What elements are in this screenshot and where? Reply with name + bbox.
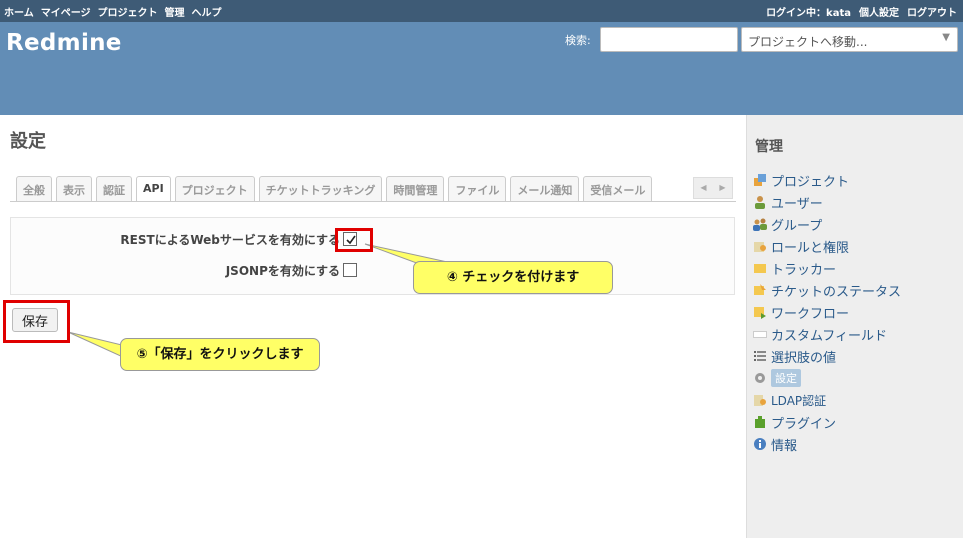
list-icon — [754, 351, 766, 361]
callout-step4: ④ チェックを付けます — [413, 261, 613, 294]
admin-menu: プロジェクト ユーザー グループ ロールと権限 トラッカー チケットのステータス… — [753, 169, 901, 455]
sidebar-item-info[interactable]: 情報 — [753, 433, 901, 455]
group-icon — [753, 218, 767, 231]
sidebar-item-label: プロジェクト — [771, 174, 850, 190]
ldap-icon — [754, 395, 766, 406]
sidebar-item-label: カスタムフィールド — [771, 328, 887, 344]
sidebar-item-label: 情報 — [771, 438, 798, 454]
sidebar-item-roles[interactable]: ロールと権限 — [753, 235, 901, 257]
sidebar-item-label: グループ — [771, 218, 823, 234]
projects-icon — [754, 174, 766, 186]
sidebar-item-label: プラグイン — [771, 416, 837, 432]
info-icon — [754, 438, 766, 450]
sidebar-item-plugins[interactable]: プラグイン — [753, 411, 901, 433]
role-icon — [754, 242, 766, 252]
issue-status-icon — [754, 284, 766, 295]
sidebar-item-issue-statuses[interactable]: チケットのステータス — [753, 279, 901, 301]
sidebar-item-custom-fields[interactable]: カスタムフィールド — [753, 323, 901, 345]
highlight-save-button — [3, 300, 70, 343]
sidebar-item-label: トラッカー — [771, 262, 837, 278]
sidebar-item-label: ユーザー — [771, 196, 823, 212]
settings-gear-icon — [755, 373, 765, 383]
plugin-icon — [755, 416, 765, 428]
sidebar-item-projects[interactable]: プロジェクト — [753, 169, 901, 191]
user-icon — [755, 196, 765, 209]
sidebar-item-groups[interactable]: グループ — [753, 213, 901, 235]
callout-step5: ⑤「保存」をクリックします — [120, 338, 320, 371]
sidebar-item-label: 選択肢の値 — [771, 350, 837, 366]
sidebar-item-label: ロールと権限 — [771, 240, 850, 256]
sidebar-item-label: チケットのステータス — [771, 284, 902, 300]
sidebar-title: 管理 — [755, 139, 783, 155]
sidebar-item-ldap[interactable]: LDAP認証 — [753, 389, 901, 411]
workflow-icon — [754, 307, 766, 319]
sidebar-item-label: LDAP認証 — [771, 393, 827, 408]
sidebar-item-label: ワークフロー — [771, 306, 850, 322]
sidebar-item-enumerations[interactable]: 選択肢の値 — [753, 345, 901, 367]
sidebar-item-label: 設定 — [771, 369, 801, 387]
sidebar-item-trackers[interactable]: トラッカー — [753, 257, 901, 279]
sidebar-item-workflows[interactable]: ワークフロー — [753, 301, 901, 323]
custom-field-icon — [753, 331, 767, 338]
sidebar-item-settings[interactable]: 設定 — [753, 367, 901, 389]
sidebar: 管理 プロジェクト ユーザー グループ ロールと権限 トラッカー チケットのステ… — [746, 115, 963, 538]
sidebar-item-users[interactable]: ユーザー — [753, 191, 901, 213]
highlight-rest-checkbox — [335, 228, 373, 252]
tracker-icon — [754, 264, 766, 273]
